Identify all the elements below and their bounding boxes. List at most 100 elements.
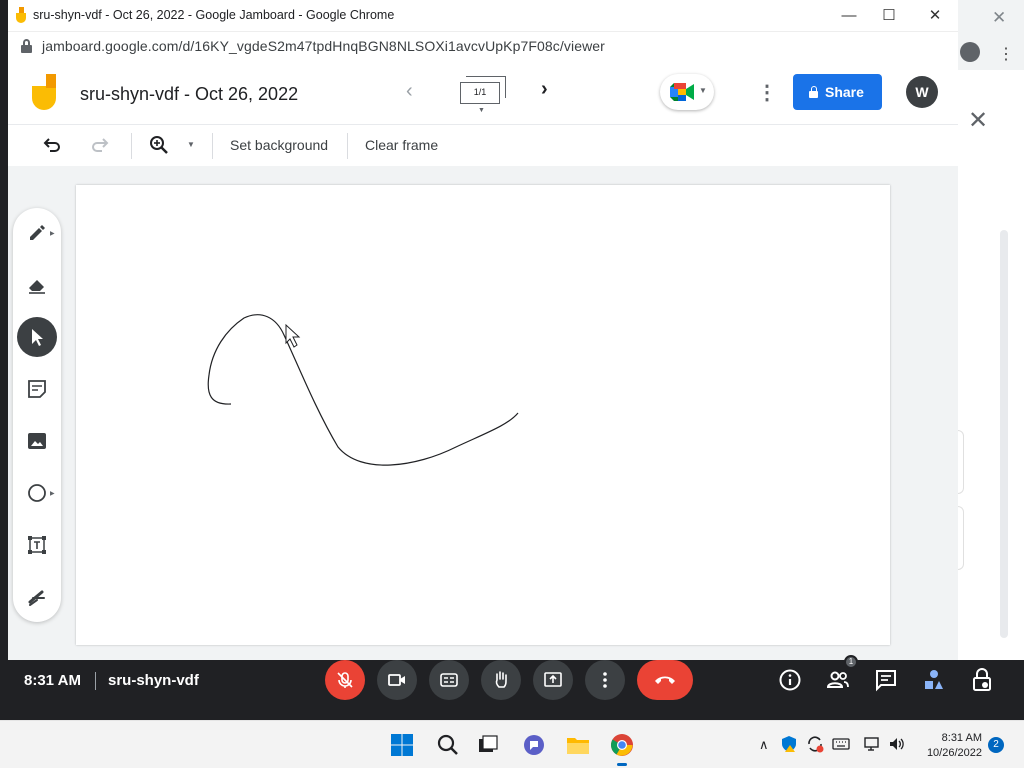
host-controls-icon[interactable] [970, 668, 994, 692]
activities-icon[interactable] [922, 668, 946, 692]
windows-start-icon[interactable] [390, 733, 414, 757]
avatar[interactable]: W [906, 76, 938, 108]
drawing-layer [207, 314, 519, 466]
meeting-details-icon[interactable] [778, 668, 802, 692]
meet-button[interactable]: ▼ [660, 74, 714, 110]
laser-tool-button[interactable] [17, 577, 57, 617]
toolbar-divider [347, 133, 348, 159]
zoom-caret-icon[interactable]: ▼ [187, 140, 195, 149]
background-scrollbar [1000, 230, 1008, 638]
window-title: sru-shyn-vdf - Oct 26, 2022 - Google Jam… [33, 8, 395, 22]
network-icon[interactable] [864, 736, 882, 752]
side-panel-close-icon: ✕ [968, 107, 989, 134]
captions-icon [440, 673, 458, 687]
search-icon[interactable] [436, 733, 460, 757]
toolbar-divider [212, 133, 213, 159]
maximize-button[interactable]: ☐ [874, 5, 904, 27]
pen-options-icon: ▶ [50, 231, 55, 237]
show-hidden-icons-icon[interactable]: ∧ [759, 737, 769, 753]
whiteboard-frame[interactable] [76, 185, 890, 645]
sticky-note-tool-button[interactable] [17, 369, 57, 409]
notification-badge[interactable]: 2 [988, 737, 1004, 753]
mic-off-icon [337, 672, 353, 688]
raise-hand-button[interactable] [481, 660, 521, 700]
more-options-icon[interactable]: ⋮ [757, 80, 777, 105]
next-frame-button[interactable]: › [541, 78, 548, 101]
zoom-icon[interactable] [149, 135, 169, 155]
windows-taskbar: ∧ 8:31 AM 10/26/2022 2 [0, 720, 1024, 768]
redo-icon[interactable] [90, 135, 110, 155]
shape-options-icon: ▶ [50, 491, 55, 497]
keyboard-icon[interactable] [832, 736, 850, 752]
set-background-button[interactable]: Set background [230, 137, 328, 153]
chrome-window: sru-shyn-vdf - Oct 26, 2022 - Google Jam… [8, 0, 958, 660]
jamboard-favicon-icon [16, 7, 26, 23]
background-window: ✕ ⋮ ✕ [958, 0, 1024, 660]
pen-icon [30, 225, 45, 240]
captions-button[interactable] [429, 660, 469, 700]
cursor-icon [32, 329, 43, 346]
lock-icon [809, 86, 818, 98]
background-card [958, 506, 964, 570]
camera-toggle-button[interactable] [377, 660, 417, 700]
meeting-time: 8:31 AM [24, 672, 81, 689]
clock-date: 10/26/2022 [926, 747, 982, 759]
frame-indicator-button[interactable]: 1/1 ▼ [460, 76, 506, 114]
jam-toolbar: ▼ Set background Clear frame [8, 124, 958, 166]
more-vert-icon [603, 672, 607, 688]
present-screen-button[interactable] [533, 660, 573, 700]
people-count-badge: 1 [844, 655, 858, 669]
background-card [958, 430, 964, 494]
meet-caret-icon: ▼ [699, 86, 707, 95]
previous-frame-button[interactable]: ‹ [406, 80, 413, 103]
frame-count: 1/1 [460, 82, 500, 104]
text-box-icon [28, 536, 46, 554]
shape-tool-button[interactable]: ▶ [17, 473, 57, 513]
image-tool-button[interactable] [17, 421, 57, 461]
background-close-icon: ✕ [992, 8, 1007, 27]
text-box-tool-button[interactable] [17, 525, 57, 565]
share-button[interactable]: Share [793, 74, 882, 110]
file-explorer-icon[interactable] [566, 733, 590, 757]
image-icon [28, 433, 46, 449]
google-meet-icon [670, 83, 694, 101]
eraser-icon [29, 280, 45, 294]
canvas-area [8, 166, 958, 660]
system-clock[interactable]: 8:31 AM 10/26/2022 [920, 731, 982, 761]
active-app-indicator [617, 763, 627, 766]
chat-app-icon[interactable] [522, 733, 546, 757]
pen-stroke [207, 314, 519, 466]
microphone-toggle-button[interactable] [325, 660, 365, 700]
camera-icon [388, 674, 405, 686]
people-icon[interactable] [826, 668, 850, 692]
clock-time: 8:31 AM [941, 732, 982, 744]
jamboard-logo-icon[interactable] [32, 74, 58, 110]
meet-control-bar: 8:31 AM sru-shyn-vdf 1 [0, 655, 1024, 720]
title-bar: sru-shyn-vdf - Oct 26, 2022 - Google Jam… [8, 0, 958, 32]
chrome-icon[interactable] [610, 733, 634, 757]
frame-bar-caret-icon: ▼ [478, 107, 485, 114]
tool-palette: ▶ ▶ [13, 208, 61, 622]
hand-icon [495, 671, 507, 688]
circle-shape-icon [28, 484, 46, 502]
end-call-button[interactable] [637, 660, 693, 700]
task-view-icon[interactable] [476, 733, 500, 757]
separator [95, 672, 96, 690]
volume-icon[interactable] [888, 736, 906, 752]
background-menu-icon: ⋮ [998, 46, 1014, 63]
clear-frame-button[interactable]: Clear frame [365, 137, 438, 153]
security-icon[interactable] [780, 735, 798, 753]
pen-tool-button[interactable]: ▶ [17, 213, 57, 253]
more-options-button[interactable] [585, 660, 625, 700]
minimize-button[interactable]: — [834, 5, 864, 27]
present-icon [544, 672, 562, 687]
select-tool-button[interactable] [17, 317, 57, 357]
doc-title[interactable]: sru-shyn-vdf - Oct 26, 2022 [80, 84, 298, 105]
close-window-button[interactable]: ✕ [920, 5, 950, 27]
eraser-tool-button[interactable] [17, 265, 57, 305]
sync-icon[interactable] [806, 735, 824, 753]
undo-icon[interactable] [42, 135, 62, 155]
hang-up-icon [655, 676, 675, 684]
chat-icon[interactable] [874, 668, 898, 692]
meeting-name: sru-shyn-vdf [108, 672, 199, 689]
